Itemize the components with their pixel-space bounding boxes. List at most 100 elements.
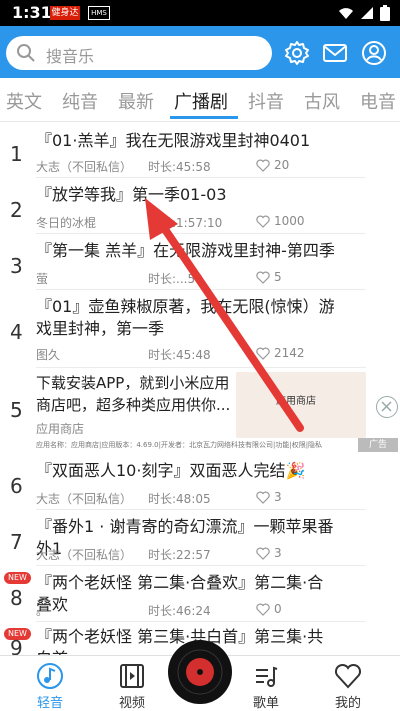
heart-icon bbox=[256, 215, 270, 228]
track-duration: 时长:45:48 bbox=[148, 348, 211, 362]
tab-latest[interactable]: 最新 bbox=[118, 88, 154, 114]
heart-icon bbox=[334, 663, 362, 689]
record-play-button[interactable] bbox=[168, 640, 232, 704]
like-count-value: 1000 bbox=[274, 214, 305, 228]
status-time: 1:31 bbox=[12, 3, 52, 22]
track-author: 图久 bbox=[36, 348, 61, 362]
like-count-value: 20 bbox=[274, 158, 290, 172]
signal-icon bbox=[361, 7, 373, 19]
track-title: 『放学等我』第一季01-03 bbox=[36, 185, 227, 204]
like-count[interactable]: 5 bbox=[256, 270, 282, 284]
like-count-value: 2142 bbox=[274, 346, 305, 360]
rank-number: 8 bbox=[10, 586, 23, 610]
nav-mine[interactable]: 我的 bbox=[308, 656, 388, 711]
like-count[interactable]: 3 bbox=[256, 490, 282, 504]
tab-pure-music[interactable]: 纯音 bbox=[62, 88, 98, 114]
ad-title: 下载安装APP，就到小米应用商店吧，超多种类应用供你... bbox=[36, 374, 231, 414]
rank-number: 1 bbox=[10, 142, 23, 166]
rank-number: 3 bbox=[10, 254, 23, 278]
nav-label: 我的 bbox=[334, 696, 361, 711]
mail-icon[interactable] bbox=[322, 40, 348, 66]
track-title: 『第一集 羔羊』在无限游戏里封神-第四季 bbox=[36, 241, 335, 260]
tab-electronic[interactable]: 电音 bbox=[360, 88, 396, 114]
tab-ancient-style[interactable]: 古风 bbox=[304, 88, 340, 114]
track-duration: 时长:...59 bbox=[148, 272, 203, 286]
track-duration: 时长:45:58 bbox=[148, 160, 211, 174]
list-item[interactable]: 4 『01』壶鱼辣椒原著，我在无限(惊悚）游戏里封神，第一季 图久 时长:45:… bbox=[0, 290, 400, 368]
rank-number: 2 bbox=[10, 198, 23, 222]
heart-icon bbox=[256, 159, 270, 172]
like-count[interactable]: 2142 bbox=[256, 346, 305, 360]
user-icon[interactable] bbox=[361, 40, 387, 66]
list-item[interactable]: 6 『双面恶人10·刻字』双面恶人完结🎉 大志（不回私信） 时长:48:05 3 bbox=[0, 454, 400, 510]
track-author: 大志（不回私信） bbox=[36, 492, 133, 506]
like-count[interactable]: 0 bbox=[256, 602, 282, 616]
vinyl-record-icon bbox=[170, 642, 230, 702]
list-item[interactable]: 7 『番外1 · 谢青寄的奇幻漂流』一颗苹果番外1 大志（不回私信） 时长:22… bbox=[0, 510, 400, 566]
playlist-icon bbox=[256, 666, 278, 687]
rank-number: 7 bbox=[10, 530, 23, 554]
nav-label: 轻音 bbox=[36, 696, 63, 711]
like-count[interactable]: 20 bbox=[256, 158, 289, 172]
tab-english[interactable]: 英文 bbox=[6, 88, 42, 114]
nav-playlist[interactable]: 歌单 bbox=[226, 656, 306, 711]
track-duration: 时长:48:05 bbox=[148, 492, 211, 506]
app-header: 搜音乐 bbox=[0, 26, 400, 78]
music-note-icon bbox=[37, 663, 63, 689]
like-count-value: 5 bbox=[274, 270, 282, 284]
list-item[interactable]: 1 『01·羔羊』我在无限游戏里封神0401 大志（不回私信） 时长:45:58… bbox=[0, 122, 400, 178]
heart-icon bbox=[256, 347, 270, 360]
notification-icon-app: 健身达 bbox=[50, 6, 80, 20]
notification-icon-hms: HMS bbox=[88, 6, 110, 20]
ad-label: 广告 bbox=[358, 438, 398, 452]
wifi-icon bbox=[339, 8, 353, 19]
rank-number: 6 bbox=[10, 474, 23, 498]
search-placeholder: 搜音乐 bbox=[46, 47, 95, 66]
list-item[interactable]: 3 『第一集 羔羊』在无限游戏里封神-第四季 萤 时长:...59 5 bbox=[0, 234, 400, 290]
film-icon bbox=[120, 664, 144, 688]
status-bar: 1:31 健身达 HMS bbox=[0, 0, 400, 26]
like-count-value: 3 bbox=[274, 490, 282, 504]
search-icon bbox=[17, 44, 35, 62]
like-count-value: 3 bbox=[274, 546, 282, 560]
track-author: 大志（不回私信） bbox=[36, 160, 133, 174]
ad-image[interactable]: 应用商店 bbox=[236, 372, 366, 438]
track-duration: 时长:1:57:10 bbox=[148, 216, 223, 230]
list-item[interactable]: NEW 8 『两个老妖怪 第二集·合叠欢』第二集·合叠欢 。 时长:46:24 … bbox=[0, 566, 400, 622]
track-author: 大志（不回私信） bbox=[36, 548, 133, 562]
ad-source: 应用商店 bbox=[36, 422, 85, 436]
track-duration: 时长:46:24 bbox=[148, 604, 211, 618]
ad-image-text: 应用商店 bbox=[276, 396, 316, 407]
heart-icon bbox=[256, 491, 270, 504]
nav-light-music[interactable]: 轻音 bbox=[10, 656, 90, 711]
ad-item[interactable]: 5 下载安装APP，就到小米应用商店吧，超多种类应用供你... 应用商店 应用商… bbox=[0, 368, 400, 454]
like-count-value: 0 bbox=[274, 602, 282, 616]
heart-icon bbox=[256, 603, 270, 616]
ad-close-icon[interactable] bbox=[376, 396, 398, 418]
tab-douyin[interactable]: 抖音 bbox=[248, 88, 284, 114]
track-author: 。 bbox=[36, 604, 49, 618]
battery-icon bbox=[380, 5, 390, 21]
tab-radio-drama[interactable]: 广播剧 bbox=[174, 88, 228, 114]
like-count[interactable]: 3 bbox=[256, 546, 282, 560]
track-duration: 时长:22:57 bbox=[148, 548, 211, 562]
close-icon bbox=[381, 401, 392, 412]
gear-icon[interactable] bbox=[284, 40, 310, 66]
nav-video[interactable]: 视频 bbox=[92, 656, 172, 711]
rank-number: 4 bbox=[10, 320, 23, 344]
heart-icon bbox=[256, 547, 270, 560]
category-tabs: 英文 纯音 最新 广播剧 抖音 古风 电音 bbox=[0, 78, 400, 122]
nav-label: 歌单 bbox=[252, 696, 279, 711]
track-title: 『01·羔羊』我在无限游戏里封神0401 bbox=[36, 131, 311, 150]
ad-fine-print: 应用名称：应用商店|应用版本：4.69.0|开发者：北京瓦力网络科技有限公司|功… bbox=[36, 441, 323, 449]
rank-number: 5 bbox=[10, 398, 23, 422]
tab-active-indicator bbox=[170, 116, 238, 119]
search-input[interactable]: 搜音乐 bbox=[6, 36, 272, 70]
like-count[interactable]: 1000 bbox=[256, 214, 305, 228]
heart-icon bbox=[256, 271, 270, 284]
track-title: 『双面恶人10·刻字』双面恶人完结🎉 bbox=[36, 461, 306, 480]
track-author: 萤 bbox=[36, 272, 49, 286]
track-title: 『01』壶鱼辣椒原著，我在无限(惊悚）游戏里封神，第一季 bbox=[36, 297, 335, 338]
list-item[interactable]: 2 『放学等我』第一季01-03 冬日的冰棍 时长:1:57:10 1000 bbox=[0, 178, 400, 234]
new-badge: NEW bbox=[4, 572, 31, 584]
